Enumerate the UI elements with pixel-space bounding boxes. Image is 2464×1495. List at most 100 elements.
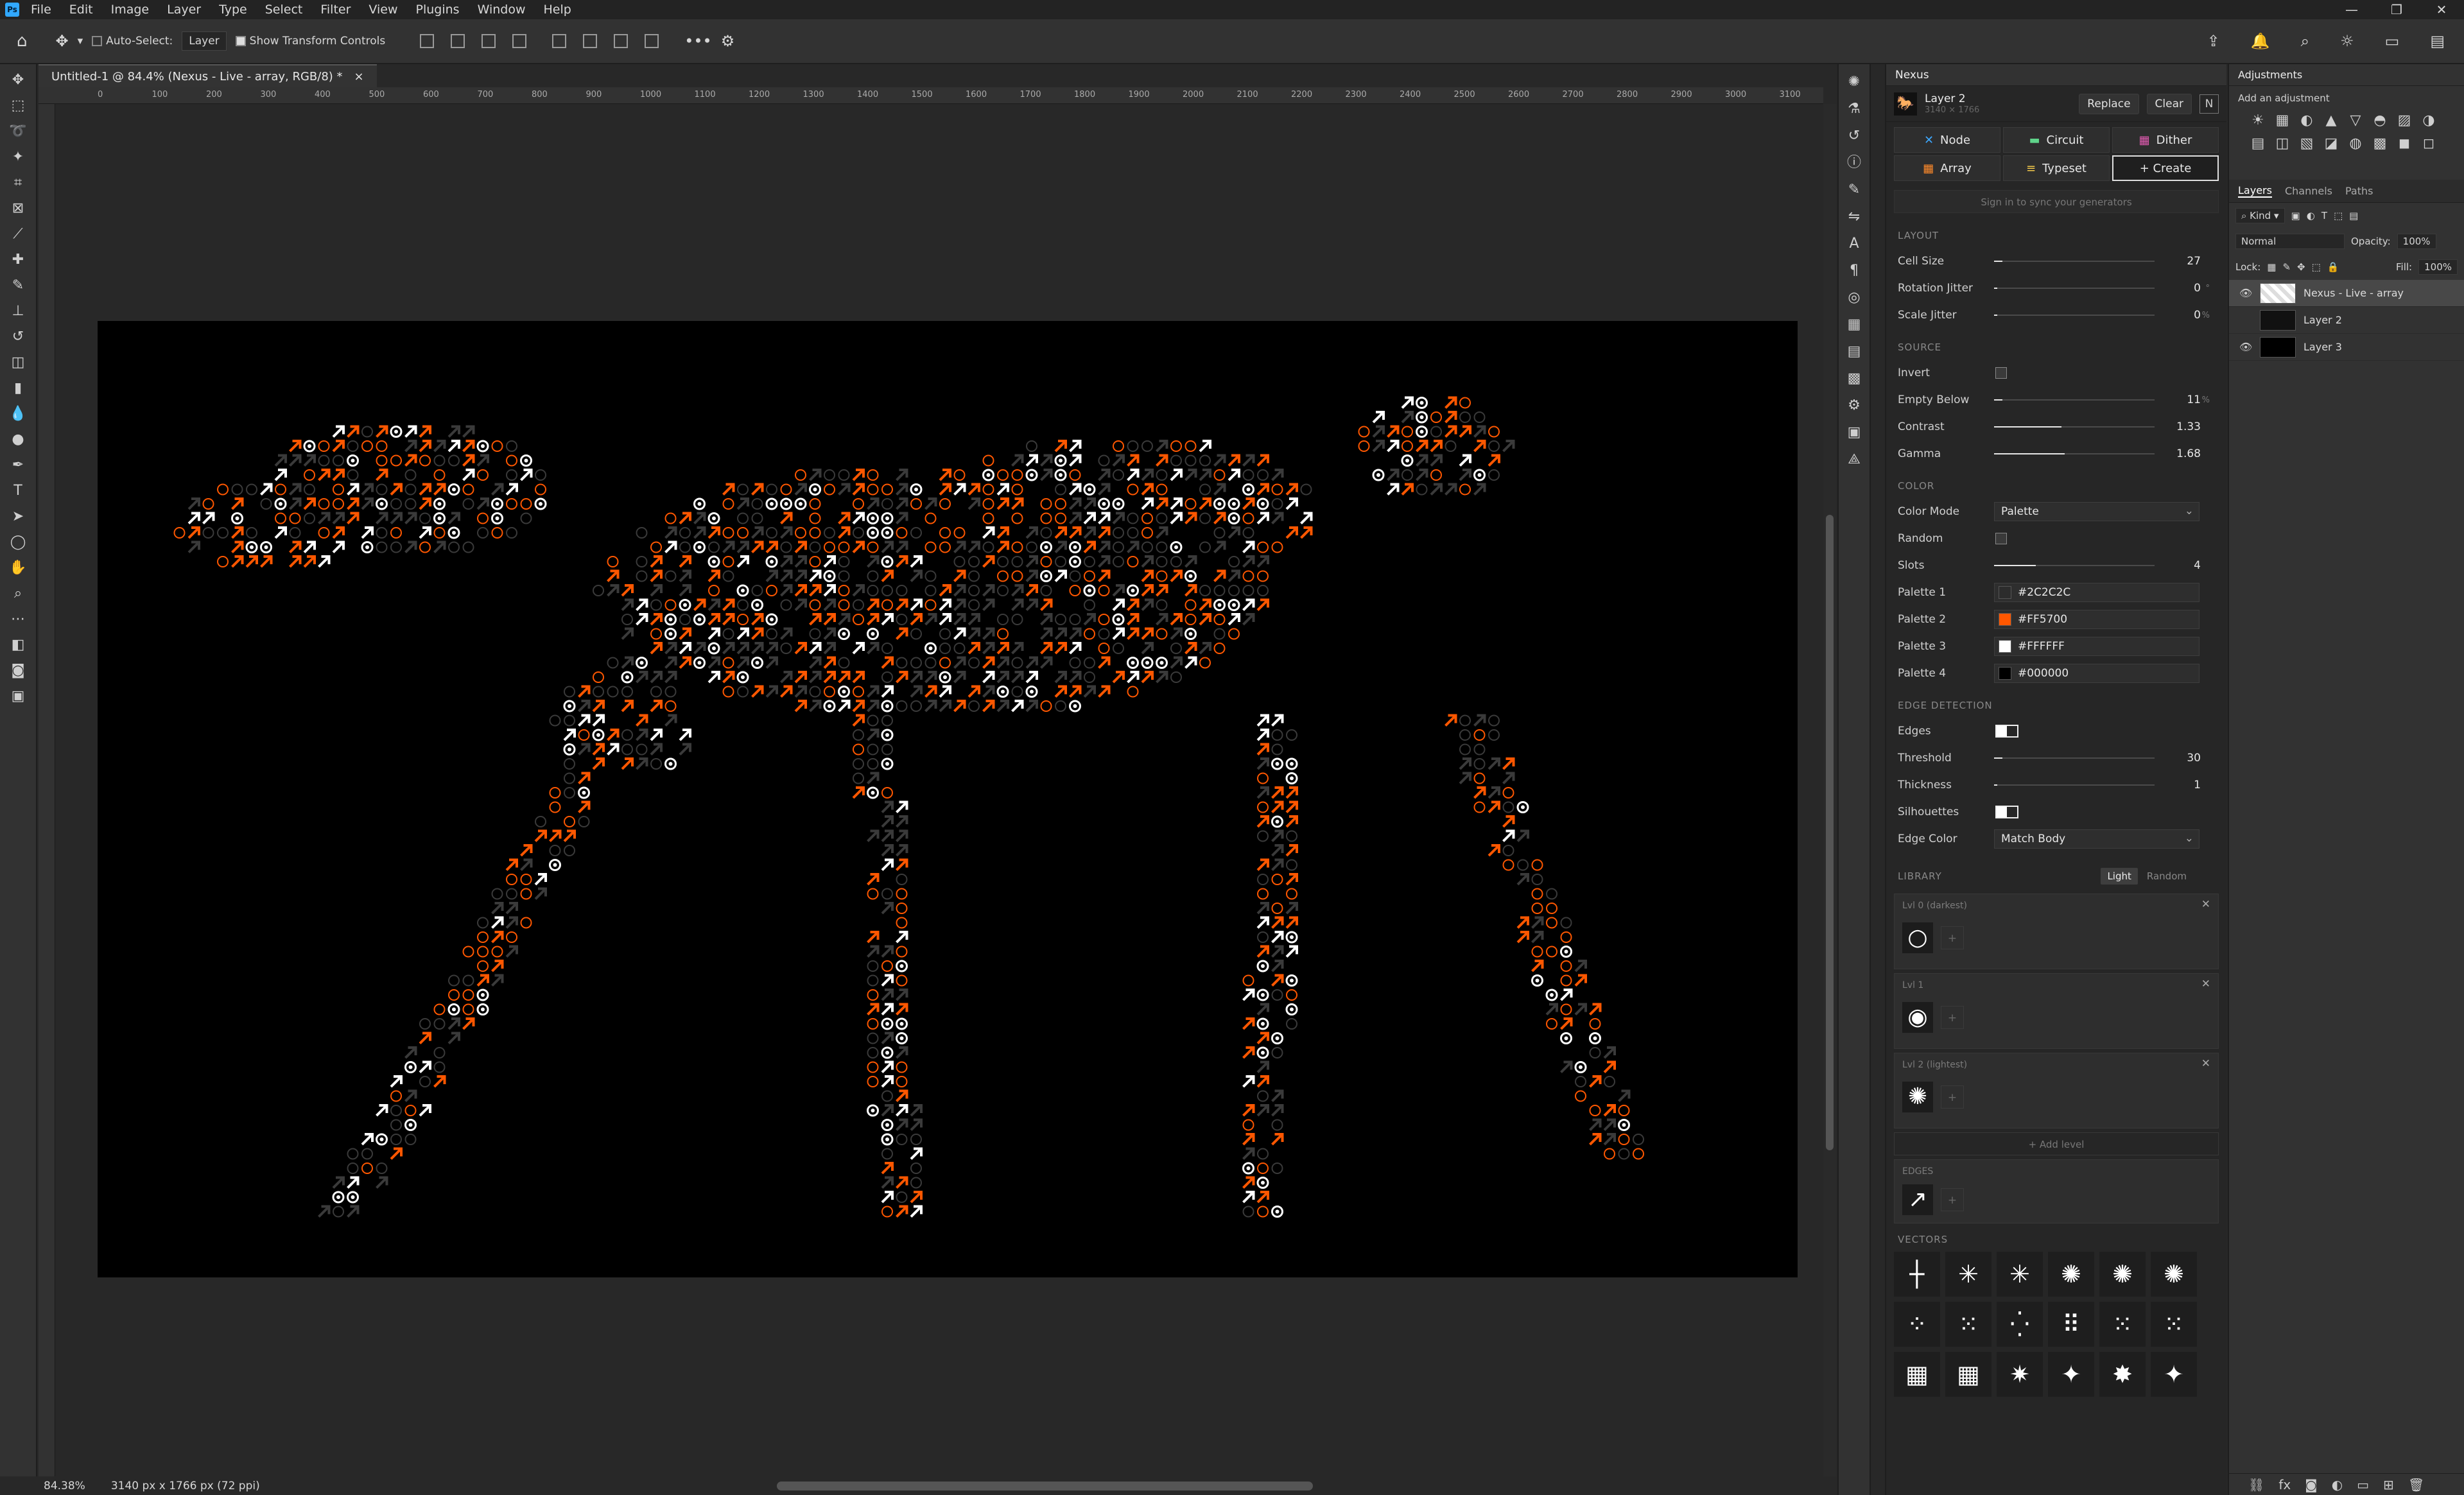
arrange-icon[interactable]: ▤: [2430, 32, 2445, 50]
mode-typeset[interactable]: ≡ Typeset: [2003, 155, 2110, 181]
sync-generators-link[interactable]: Sign in to sync your generators: [1894, 190, 2219, 213]
contrast-slider[interactable]: Contrast 1.33: [1886, 413, 2226, 440]
adjust-icon[interactable]: ⇋: [1845, 208, 1863, 226]
workspace-icon[interactable]: ▭: [2385, 32, 2400, 50]
slider-value[interactable]: 27: [2187, 255, 2201, 268]
edge-color-select[interactable]: Match Body ⌄: [1994, 829, 2199, 849]
posterize-icon[interactable]: ◍: [2345, 134, 2366, 154]
group-icon[interactable]: ▭: [2357, 1477, 2369, 1492]
pen-tool-icon[interactable]: ✒: [8, 456, 28, 475]
empty-below-slider[interactable]: Empty Below 11%: [1886, 386, 2226, 413]
lock-all-icon[interactable]: 🔒: [2327, 261, 2339, 273]
history-brush-icon[interactable]: ↺: [8, 327, 28, 347]
lock-artboard-icon[interactable]: ⬚: [2312, 261, 2321, 273]
palette-3-field[interactable]: #FFFFFF: [1994, 637, 2199, 656]
path-select-icon[interactable]: ➤: [8, 507, 28, 526]
gamma-slider[interactable]: Gamma 1.68: [1886, 440, 2226, 467]
home-icon[interactable]: ⌂: [17, 31, 28, 51]
menu-image[interactable]: Image: [111, 3, 150, 17]
layer-name[interactable]: Layer 3: [2303, 341, 2342, 353]
chevron-down-icon[interactable]: ▾: [78, 35, 83, 48]
cell-size-slider[interactable]: Cell Size 27: [1886, 248, 2226, 275]
brush-settings-icon[interactable]: ✎: [1845, 181, 1863, 199]
vector-glyph-icon[interactable]: ✦: [2151, 1352, 2197, 1397]
gradient-map-icon[interactable]: ◼: [2393, 134, 2415, 154]
slider-value[interactable]: 4: [2194, 559, 2201, 572]
color-swatch[interactable]: [1999, 640, 2011, 653]
scale-jitter-slider[interactable]: Scale Jitter 0%: [1886, 302, 2226, 329]
gear-icon[interactable]: ⚙: [721, 32, 735, 50]
hex-value[interactable]: #000000: [2018, 667, 2069, 680]
plugin-icon[interactable]: ⚗: [1845, 100, 1863, 118]
magic-wand-icon[interactable]: ✦: [8, 148, 28, 167]
history-icon[interactable]: ↺: [1845, 127, 1863, 145]
threshold-adjust-icon[interactable]: ▩: [2369, 134, 2391, 154]
zoom-tool-icon[interactable]: ⌕: [8, 584, 28, 603]
frame-tool-icon[interactable]: ⊠: [8, 199, 28, 218]
invert-adjust-icon[interactable]: ◪: [2320, 134, 2342, 154]
vector-glyph-icon[interactable]: ⁘: [1894, 1302, 1940, 1347]
distribute-vertical-icon[interactable]: [645, 34, 659, 48]
move-tool-icon[interactable]: ✥: [56, 32, 69, 50]
eyedropper-icon[interactable]: ⟋: [8, 225, 28, 244]
fill-input[interactable]: 100%: [2418, 259, 2458, 275]
vertical-scrollbar[interactable]: [1823, 104, 1836, 1476]
pattern-icon[interactable]: ▩: [1845, 370, 1863, 388]
table-icon[interactable]: ▦: [1845, 316, 1863, 334]
arrow-glyph-icon[interactable]: ↗: [1902, 1184, 1933, 1215]
vector-glyph-icon[interactable]: ⁙: [2151, 1302, 2197, 1347]
menu-view[interactable]: View: [369, 3, 397, 17]
levels-icon[interactable]: ▦: [2271, 110, 2293, 131]
remove-level-icon[interactable]: ✕: [2201, 1057, 2210, 1070]
scroll-thumb[interactable]: [1826, 515, 1834, 1150]
quick-mask-icon[interactable]: ◙: [8, 661, 28, 680]
layer-name[interactable]: Layer 2: [2303, 314, 2342, 326]
align-center-icon[interactable]: [451, 34, 465, 48]
palette-1-field[interactable]: #2C2C2C: [1994, 583, 2199, 602]
stamp-tool-icon[interactable]: ⊥: [8, 302, 28, 321]
vector-glyph-icon[interactable]: ✺: [2151, 1252, 2197, 1297]
move-tool-icon[interactable]: ✥: [8, 71, 28, 90]
align-middle-icon[interactable]: [583, 34, 598, 48]
layer-row[interactable]: 👁 Nexus - Live - array: [2229, 280, 2464, 307]
blend-mode-select[interactable]: Normal: [2235, 234, 2345, 249]
distribute-icon[interactable]: [512, 34, 527, 48]
paths-icon[interactable]: ⟁: [1845, 451, 1863, 469]
zoom-level[interactable]: 84.38%: [44, 1480, 85, 1492]
vector-glyph-icon[interactable]: ⁙: [2099, 1302, 2146, 1347]
remove-level-icon[interactable]: ✕: [2201, 978, 2210, 990]
adjustment-layer-icon[interactable]: ◐: [2332, 1477, 2343, 1492]
add-glyph-button[interactable]: +: [1941, 1188, 1964, 1211]
menu-file[interactable]: File: [31, 3, 51, 17]
create-button[interactable]: + Create: [2112, 155, 2219, 181]
vector-glyph-icon[interactable]: ▦: [1945, 1352, 1991, 1397]
more-options-icon[interactable]: •••: [684, 32, 711, 50]
filter-smart-icon[interactable]: ▤: [2349, 210, 2358, 221]
clear-button[interactable]: Clear: [2146, 93, 2192, 114]
horizontal-ruler[interactable]: 0 100 200 300 400 500 600 700 800 900 1000 1100 1200…: [39, 87, 1823, 104]
align-bottom-icon[interactable]: [614, 34, 629, 48]
slider-value[interactable]: 1.33: [2176, 420, 2201, 433]
channel-mixer-icon[interactable]: ◫: [2271, 134, 2293, 154]
library-tab-light[interactable]: Light: [2101, 868, 2138, 885]
menu-layer[interactable]: Layer: [167, 3, 201, 17]
mode-node[interactable]: ✕ Node: [1894, 127, 2000, 153]
kind-filter-select[interactable]: ⌕ Kind ▾: [2235, 208, 2285, 223]
mode-circuit[interactable]: ▬ Circuit: [2003, 127, 2110, 153]
rotation-jitter-slider[interactable]: Rotation Jitter 0 °: [1886, 275, 2226, 302]
eraser-icon[interactable]: ◫: [8, 353, 28, 372]
filter-adjust-icon[interactable]: ◐: [2307, 210, 2315, 221]
filter-shape-icon[interactable]: ⬚: [2334, 210, 2343, 221]
starburst-glyph-icon[interactable]: ✺: [1902, 1082, 1933, 1112]
color-mode-select[interactable]: Palette ⌄: [1994, 502, 2199, 521]
menu-window[interactable]: Window: [478, 3, 526, 17]
info-icon[interactable]: ⓘ: [1845, 154, 1863, 172]
library-tab-random[interactable]: Random: [2140, 868, 2193, 885]
menu-plugins[interactable]: Plugins: [416, 3, 460, 17]
visibility-icon[interactable]: 👁: [2239, 341, 2252, 353]
properties-icon[interactable]: ⚙: [1845, 397, 1863, 415]
palette-2-field[interactable]: #FF5700: [1994, 610, 2199, 629]
invert-checkbox[interactable]: [1995, 367, 2007, 379]
tab-paths[interactable]: Paths: [2345, 185, 2373, 197]
color-lookup-icon[interactable]: ▧: [2296, 134, 2318, 154]
